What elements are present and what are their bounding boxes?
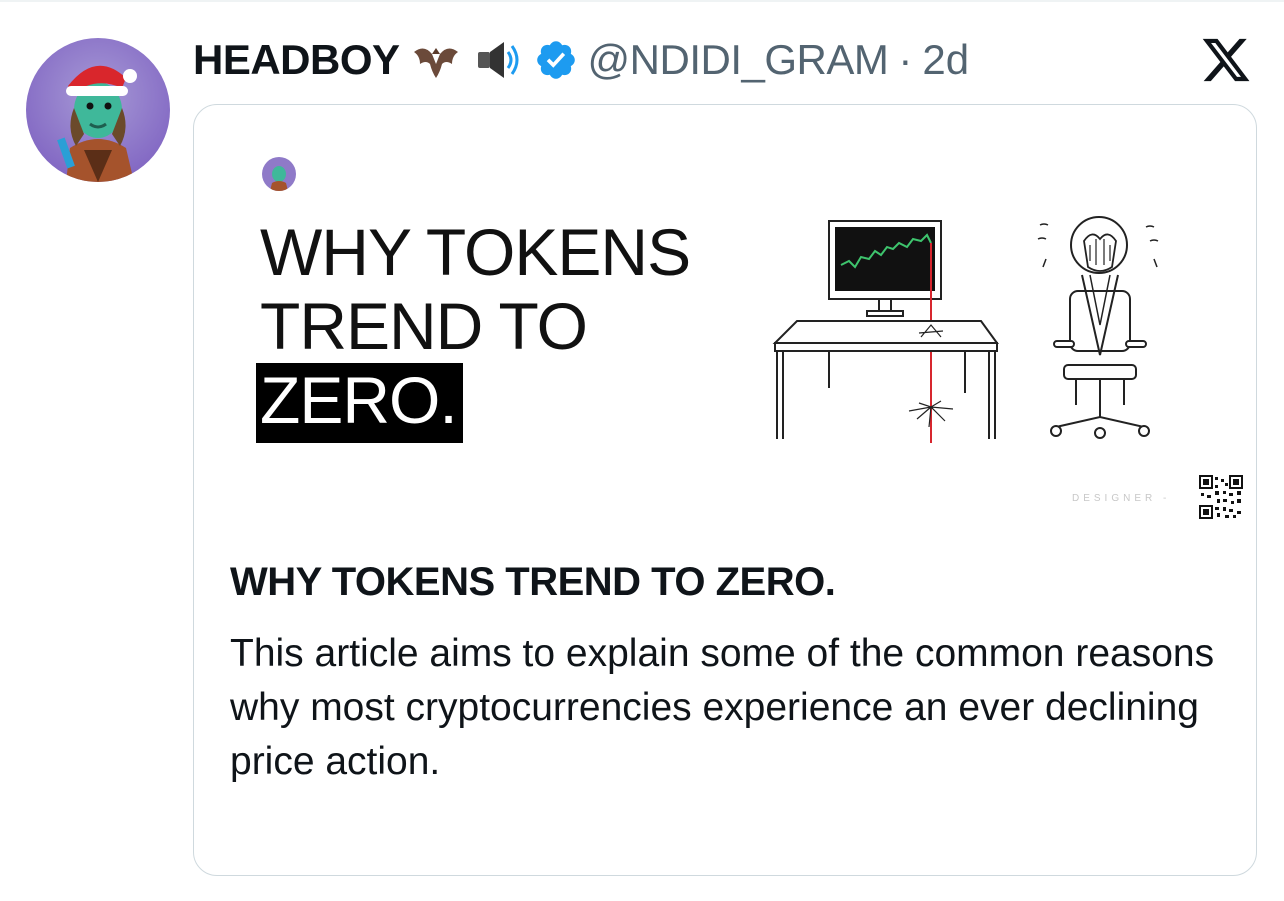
designer-credit: DESIGNER - [1072,493,1171,504]
link-preview-card[interactable]: WHY TOKENS TREND TO ZERO. DESIGNER - WHY… [193,104,1257,876]
crying-person-illustration [1037,216,1159,439]
x-logo-icon [1200,34,1252,86]
card-thumbnail: WHY TOKENS TREND TO ZERO. DESIGNER - [194,105,1256,535]
thumbnail-headline: WHY TOKENS TREND TO ZERO. [256,215,691,443]
card-title[interactable]: WHY TOKENS TREND TO ZERO. [230,560,836,605]
tweet-timestamp[interactable]: 2d [922,36,969,84]
speaker-emoji-icon [472,34,524,86]
top-divider [0,0,1284,2]
headline-line-1: WHY TOKENS [260,215,691,289]
desk-monitor-illustration [772,220,999,443]
author-mini-avatar [262,157,296,191]
card-description: This article aims to explain some of the… [230,632,1215,783]
qr-code-icon [1199,475,1243,519]
display-name[interactable]: HEADBOY [193,36,400,84]
separator-dot: · [898,36,913,83]
headline-highlight: ZERO. [256,363,463,443]
bat-emoji-icon [410,34,462,86]
user-handle[interactable]: @NDIDI_GRAM [588,36,889,84]
tweet-header: HEADBOY @NDIDI_GRAM · 2d [193,30,969,90]
headline-line-2: TREND TO [260,289,588,363]
verified-badge-icon [534,38,578,82]
user-avatar[interactable] [26,38,170,182]
